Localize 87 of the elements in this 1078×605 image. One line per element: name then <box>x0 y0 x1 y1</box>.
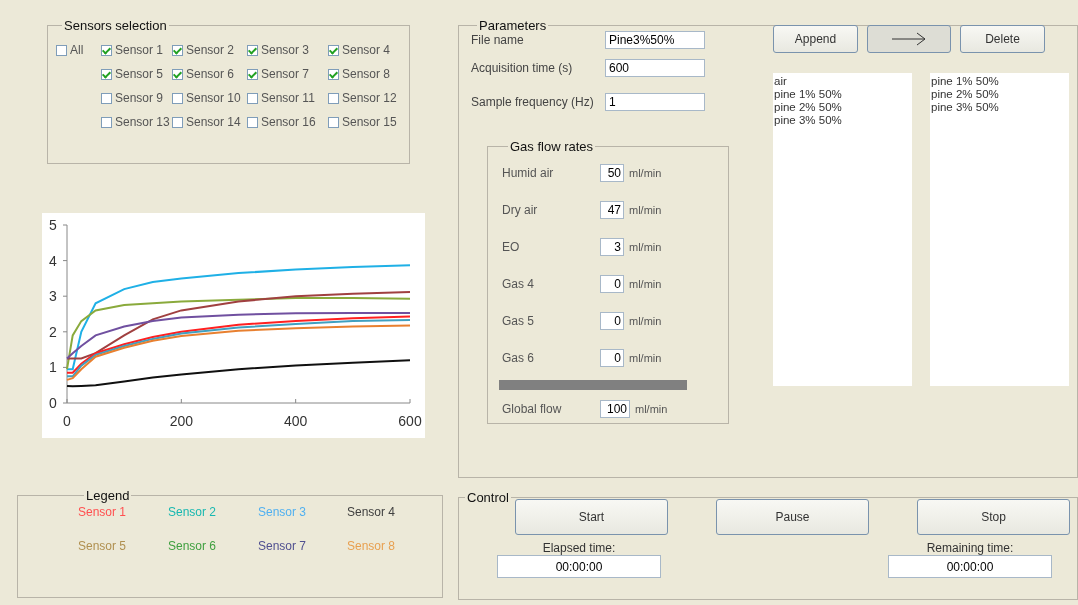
checkbox[interactable]: Sensor 13 <box>101 115 172 129</box>
list-item[interactable]: pine 2% 50% <box>774 101 912 114</box>
action-button[interactable]: Start <box>515 499 668 535</box>
axis-label: 0 <box>49 395 57 411</box>
axis-label: 400 <box>284 413 308 429</box>
list-item[interactable]: pine 3% 50% <box>931 101 1069 114</box>
checkbox[interactable]: Sensor 16 <box>247 115 328 129</box>
checkbox[interactable]: All <box>56 43 101 57</box>
checkbox[interactable]: Sensor 7 <box>247 67 328 81</box>
unit-label: ml/min <box>629 277 662 290</box>
list-box[interactable]: air pine 1% 50% pine 2% 50% pine 3% 50% <box>773 73 912 386</box>
time-field[interactable]: 00:00:00 <box>888 555 1052 578</box>
action-button[interactable]: Append <box>773 25 858 53</box>
axis-label: 3 <box>49 288 57 305</box>
input-field[interactable]: 3 <box>600 237 624 256</box>
unit-label: ml/min <box>635 402 668 415</box>
input-field[interactable]: 100 <box>600 399 630 418</box>
checkbox[interactable]: Sensor 10 <box>172 91 247 105</box>
checkbox[interactable]: Sensor 6 <box>172 67 247 81</box>
checkbox[interactable]: Sensor 12 <box>328 91 408 105</box>
legend-label: Sensor 1 <box>78 505 128 519</box>
unit-label: ml/min <box>629 351 662 364</box>
field-label: Elapsed time: <box>542 541 616 555</box>
input-field[interactable]: 0 <box>600 348 624 367</box>
field-label: Global flow <box>502 401 563 416</box>
input-field[interactable]: 600 <box>605 59 705 77</box>
checkbox[interactable]: Sensor 3 <box>247 43 328 57</box>
checkbox[interactable]: Sensor 15 <box>328 115 408 129</box>
legend-label: Sensor 6 <box>168 539 218 553</box>
legend-label: Sensor 5 <box>78 539 128 553</box>
input-field[interactable]: 1 <box>605 93 705 111</box>
action-button[interactable]: Pause <box>716 499 869 535</box>
list-item[interactable]: air <box>774 75 912 88</box>
axis-label: 600 <box>398 413 422 429</box>
list-item[interactable]: pine 2% 50% <box>931 88 1069 101</box>
field-label: Humid air <box>502 165 555 180</box>
axis-label: 1 <box>49 359 57 376</box>
list-item[interactable]: pine 3% 50% <box>774 114 912 127</box>
checkbox[interactable]: Sensor 2 <box>172 43 247 57</box>
input-field[interactable]: Pine3%50% <box>605 31 705 49</box>
action-button[interactable]: Stop <box>917 499 1070 535</box>
panel-title: Parameters <box>478 18 548 33</box>
legend-label: Sensor 3 <box>258 505 308 519</box>
legend-label: Sensor 8 <box>347 539 397 553</box>
arrow-button[interactable] <box>867 25 951 53</box>
checkbox[interactable]: Sensor 14 <box>172 115 247 129</box>
field-label: File name <box>471 33 525 47</box>
checkbox[interactable]: Sensor 9 <box>101 91 172 105</box>
checkbox[interactable]: Sensor 5 <box>101 67 172 81</box>
checkbox[interactable]: Sensor 4 <box>328 43 408 57</box>
list-item[interactable]: pine 1% 50% <box>774 88 912 101</box>
unit-label: ml/min <box>629 314 662 327</box>
field-label: EO <box>502 239 521 254</box>
list-box[interactable]: pine 1% 50% pine 2% 50% pine 3% 50% <box>930 73 1069 386</box>
axis-label: 2 <box>49 323 57 340</box>
unit-label: ml/min <box>629 166 662 179</box>
input-field[interactable]: 0 <box>600 274 624 293</box>
axis-label: 200 <box>169 413 193 429</box>
legend-label: Sensor 7 <box>258 539 308 553</box>
action-button[interactable]: Delete <box>960 25 1045 53</box>
axis-label: 5 <box>49 217 57 233</box>
checkbox[interactable]: Sensor 1 <box>101 43 172 57</box>
list-item[interactable]: pine 1% 50% <box>931 75 1069 88</box>
checkbox[interactable]: Sensor 8 <box>328 67 408 81</box>
panel-title: Gas flow rates <box>509 139 595 154</box>
input-field[interactable]: 50 <box>600 163 624 182</box>
axis-label: 4 <box>49 252 57 269</box>
checkbox[interactable]: Sensor 11 <box>247 91 328 105</box>
field-label: Gas 4 <box>502 276 535 291</box>
time-field[interactable]: 00:00:00 <box>497 555 661 578</box>
axis-label: 0 <box>63 413 71 429</box>
field-label: Gas 6 <box>502 350 535 365</box>
input-field[interactable]: 0 <box>600 311 624 330</box>
unit-label: ml/min <box>629 203 662 216</box>
panel-title: Legend <box>85 488 131 503</box>
input-field[interactable]: 47 <box>600 200 624 219</box>
unit-label: ml/min <box>629 240 662 253</box>
arrow-icon <box>891 32 927 46</box>
legend-label: Sensor 4 <box>347 505 397 519</box>
field-label: Acquisition time (s) <box>471 61 574 75</box>
field-label: Sample frequency (Hz) <box>471 95 595 109</box>
panel-title: Sensors selection <box>63 18 168 33</box>
panel-title: Control <box>466 490 510 505</box>
field-label: Remaining time: <box>926 541 1014 555</box>
field-label: Dry air <box>502 202 539 217</box>
legend-label: Sensor 2 <box>168 505 218 519</box>
field-label: Gas 5 <box>502 313 535 328</box>
